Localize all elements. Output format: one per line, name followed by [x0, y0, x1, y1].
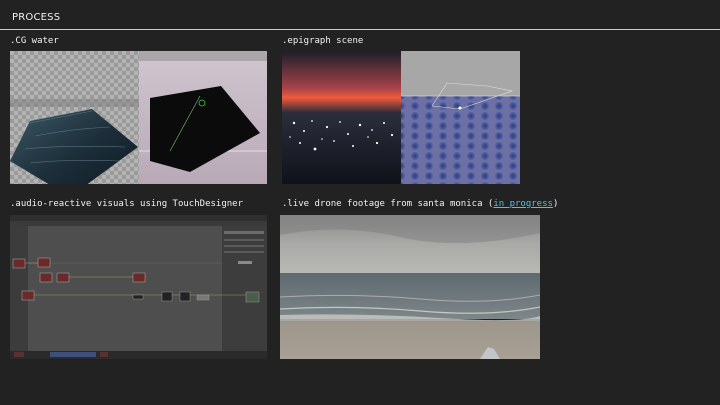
cg-water-image[interactable] [10, 51, 267, 184]
caption-cg-water: .CG water [10, 36, 59, 46]
caption-touchdesigner: .audio-reactive visuals using TouchDesig… [10, 199, 243, 209]
page-header: PROCESS [0, 0, 720, 30]
caption-epigraph-scene: .epigraph scene [282, 36, 364, 46]
caption-drone-footage: .live drone footage from santa monica (i… [282, 199, 558, 209]
epigraph-scene-image[interactable] [282, 51, 520, 184]
drone-footage-image[interactable] [280, 215, 540, 359]
caption-drone-prefix: .live drone footage from santa monica ( [282, 199, 494, 209]
touchdesigner-image[interactable] [10, 215, 267, 359]
page-title: PROCESS [12, 12, 61, 23]
caption-drone-suffix: ) [552, 199, 559, 209]
in-progress-link[interactable]: in progress [493, 199, 553, 209]
